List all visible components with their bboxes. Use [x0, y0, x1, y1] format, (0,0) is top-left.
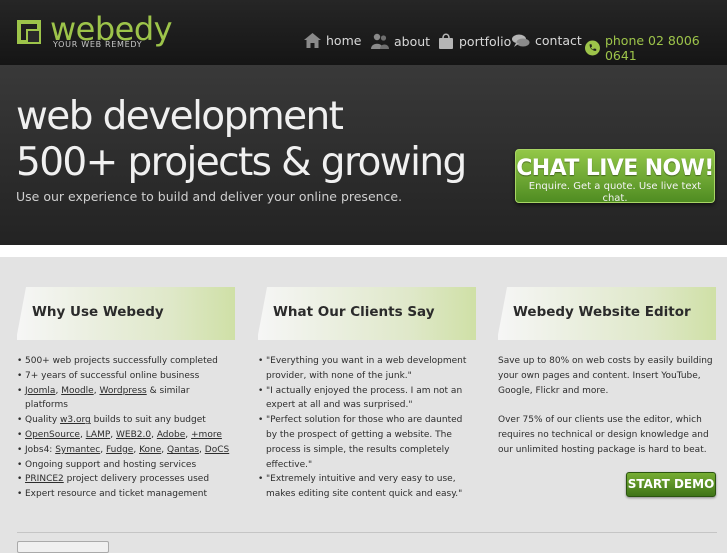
nav-contact[interactable]: contact — [512, 33, 582, 48]
link-joomla[interactable]: Joomla — [25, 386, 55, 396]
list-item: OpenSource, LAMP, WEB2.0, Adobe, +more — [17, 428, 235, 443]
hero-title: web development 500+ projects & growing — [16, 94, 467, 186]
list-item-text: builds to suit any budget — [90, 415, 206, 426]
list-item-text: 7+ years of successful online business — [25, 370, 200, 381]
list-item: Ongoing support and hosting services — [17, 458, 235, 473]
link-more[interactable]: +more — [191, 430, 222, 440]
editor-paragraph-2: Over 75% of our clients use the editor, … — [498, 415, 709, 455]
bag-icon — [439, 33, 453, 49]
nav-home[interactable]: home — [304, 33, 361, 48]
list-item: Expert resource and ticket management — [17, 487, 235, 502]
list-item-text: 500+ web projects successfully completed — [25, 356, 218, 366]
link-kone[interactable]: Kone — [139, 445, 161, 455]
clients-panel: What Our Clients Say — [257, 287, 476, 340]
site-header: webedy YOUR WEB REMEDY home about portfo… — [0, 0, 727, 65]
link-fudge[interactable]: Fudge — [106, 445, 133, 455]
link-adobe[interactable]: Adobe — [157, 430, 185, 440]
link-docs[interactable]: DoCS — [205, 445, 229, 455]
editor-column: Webedy Website Editor Save up to 80% on … — [497, 287, 716, 455]
link-symantec[interactable]: Symantec — [55, 445, 100, 455]
list-item-text: Jobs4: — [25, 444, 56, 455]
clients-quotes: "Everything you want in a web developmen… — [258, 354, 468, 502]
link-qantas[interactable]: Qantas — [167, 445, 199, 455]
list-item: Jobs4: Symantec, Fudge, Kone, Qantas, Do… — [17, 443, 235, 458]
hero-subtitle: Use our experience to build and deliver … — [16, 189, 403, 204]
editor-paragraph: Save up to 80% on web costs by easily bu… — [498, 354, 716, 458]
editor-panel: Webedy Website Editor — [497, 287, 716, 340]
footer-badge — [17, 541, 109, 553]
testimonial-item: "I actually enjoyed the process. I am no… — [258, 384, 468, 414]
speech-bubbles-icon — [512, 34, 530, 47]
why-panel: Why Use Webedy — [16, 287, 235, 340]
link-wordpress[interactable]: Wordpress — [99, 386, 146, 396]
hero-title-line1: web development — [16, 94, 344, 139]
list-item-text: project delivery processes used — [63, 474, 210, 485]
home-icon — [304, 33, 321, 48]
chat-live-button[interactable]: CHAT LIVE NOW! Enquire. Get a quote. Use… — [515, 149, 715, 204]
link-web20[interactable]: WEB2.0 — [116, 430, 151, 440]
nav-portfolio[interactable]: portfolio — [438, 33, 511, 49]
testimonial-item: "Everything you want in a web developmen… — [258, 354, 468, 384]
list-item-text: Expert resource and ticket management — [25, 489, 208, 500]
list-item: 7+ years of successful online business — [17, 369, 235, 384]
nav-phone-label: phone 02 8006 0641 — [604, 33, 700, 63]
editor-title: Webedy Website Editor — [513, 304, 691, 320]
list-item-text: Ongoing support and hosting services — [25, 459, 197, 470]
start-demo-button[interactable]: START DEMO — [626, 472, 716, 497]
link-lamp[interactable]: LAMP — [86, 430, 111, 440]
nav-portfolio-label: portfolio — [459, 33, 512, 49]
chat-live-subtitle: Enquire. Get a quote. Use live text chat… — [528, 181, 702, 204]
logo-tagline: YOUR WEB REMEDY — [53, 40, 143, 49]
link-moodle[interactable]: Moodle — [61, 386, 94, 396]
nav-about-label: about — [394, 33, 431, 49]
testimonial-item: "Extremely intuitive and very easy to us… — [258, 472, 468, 502]
why-column: Why Use Webedy 500+ web projects success… — [16, 287, 235, 502]
people-icon — [371, 33, 389, 49]
why-list: 500+ web projects successfully completed… — [17, 354, 235, 502]
link-prince2[interactable]: PRINCE2 — [25, 474, 64, 484]
nav-contact-label: contact — [535, 33, 582, 48]
phone-icon — [585, 40, 600, 56]
footer-divider — [17, 532, 717, 533]
link-opensource[interactable]: OpenSource — [25, 430, 80, 440]
nav-phone[interactable]: phone 02 8006 0641 — [585, 33, 727, 63]
list-item-text: Quality — [25, 415, 61, 426]
nav-about[interactable]: about — [371, 33, 430, 49]
list-item: Joomla, Moodle, Wordpress & similar plat… — [17, 384, 235, 414]
chat-live-title: CHAT LIVE NOW! — [516, 156, 714, 181]
editor-paragraph-1: Save up to 80% on web costs by easily bu… — [498, 356, 713, 396]
logo-mark-icon — [17, 20, 41, 44]
hero-title-line2: 500+ projects & growing — [16, 140, 467, 185]
list-item: PRINCE2 project delivery processes used — [17, 472, 235, 487]
divider-band — [0, 245, 727, 257]
list-item: 500+ web projects successfully completed — [17, 354, 235, 369]
why-title: Why Use Webedy — [32, 304, 164, 320]
link-w3org[interactable]: w3.org — [60, 415, 91, 425]
clients-title: What Our Clients Say — [273, 304, 435, 320]
clients-column: What Our Clients Say "Everything you wan… — [257, 287, 476, 499]
testimonial-item: "Perfect solution for those who are daun… — [258, 413, 468, 472]
list-item: Quality w3.org builds to suit any budget — [17, 413, 235, 428]
nav-home-label: home — [326, 33, 362, 48]
hero-banner: web development 500+ projects & growing U… — [0, 65, 727, 245]
